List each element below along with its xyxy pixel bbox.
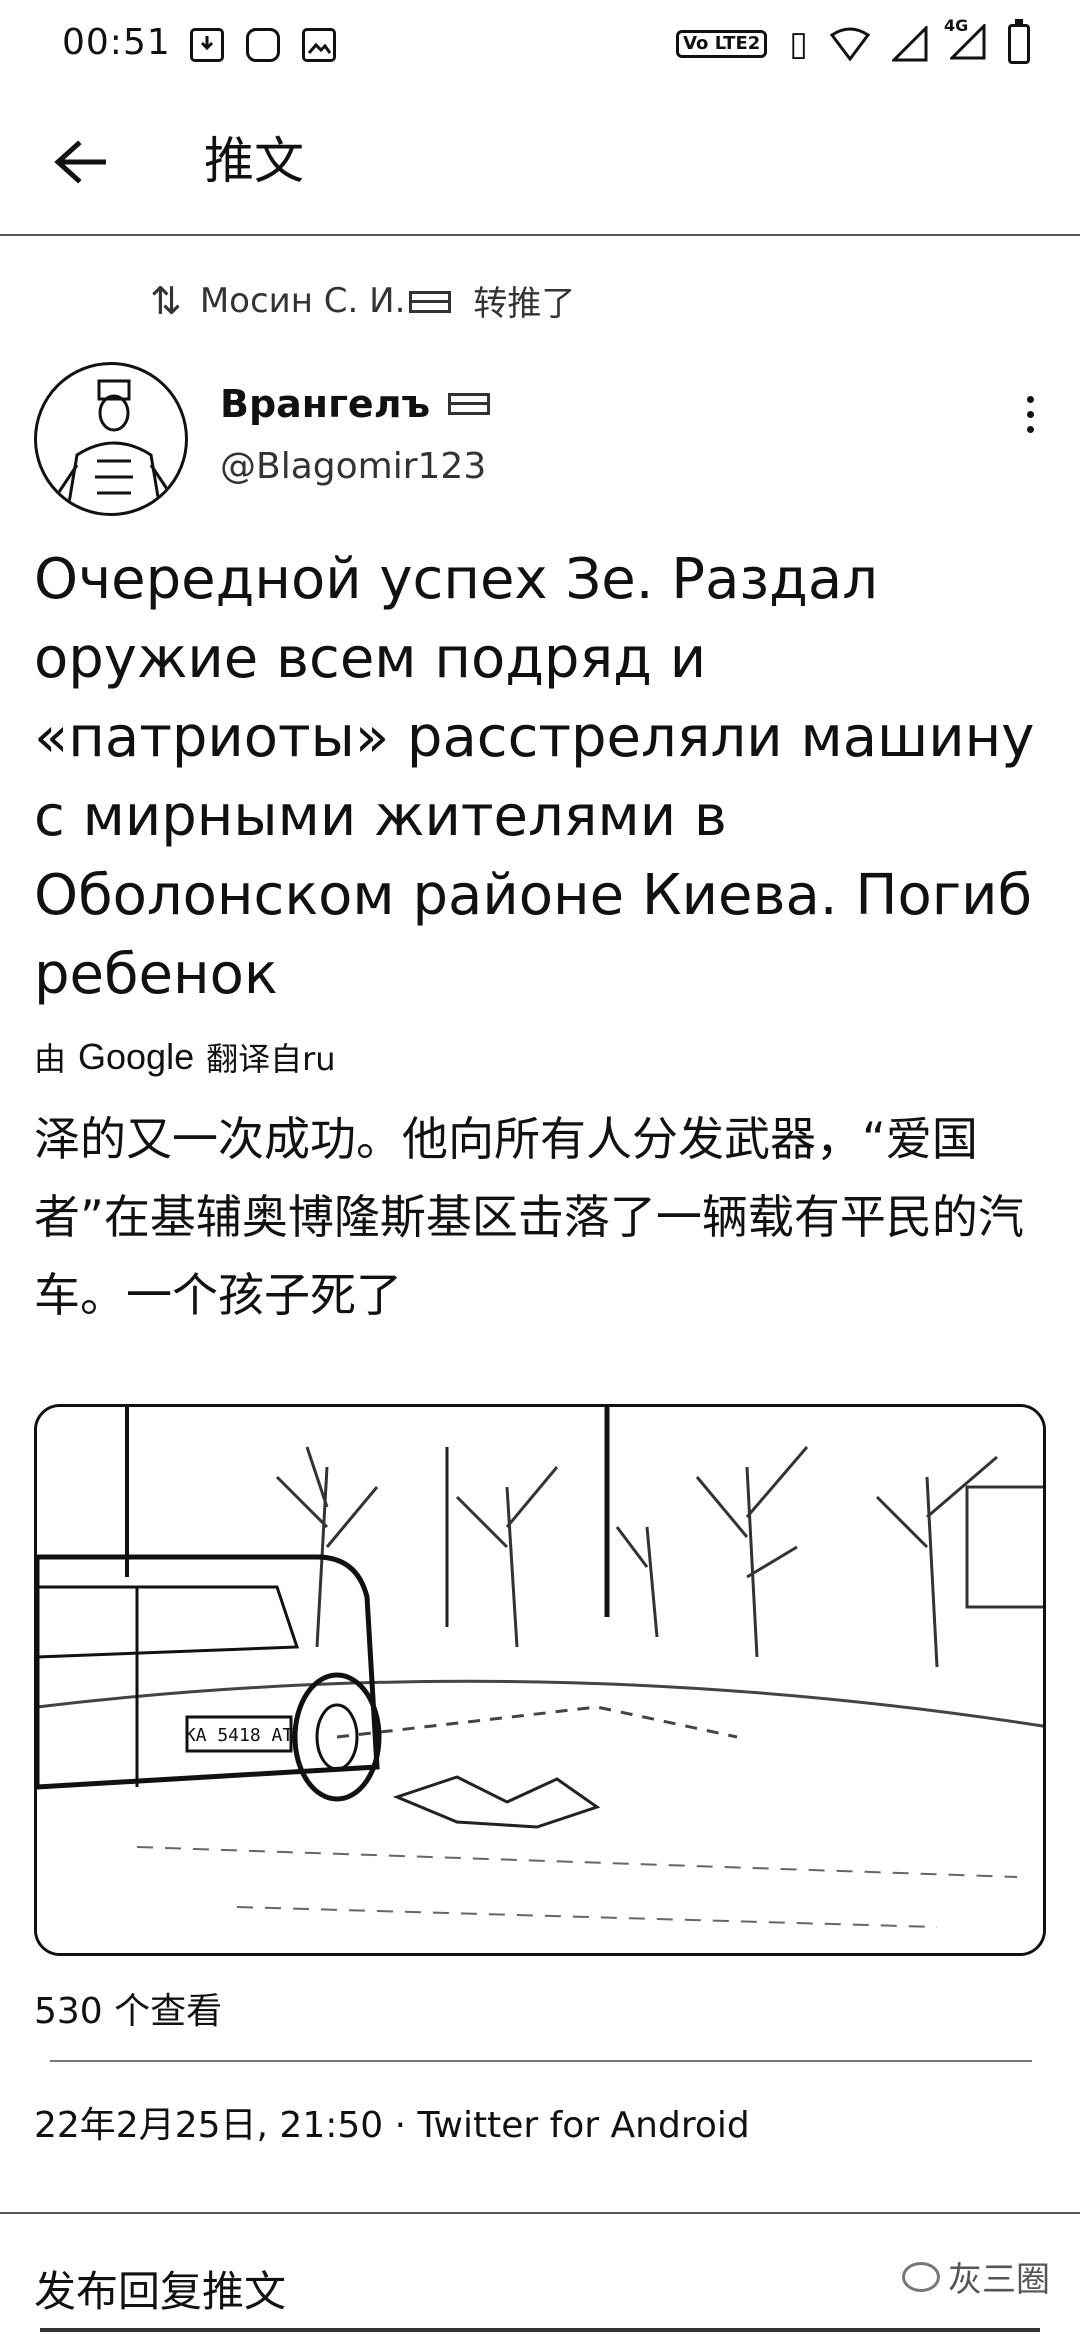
timestamp-line: 22年2月25日, 21:50 · Twitter for Android [34,2105,750,2146]
wifi-icon [830,27,870,61]
display-name[interactable]: Врангелъ [220,382,494,426]
street-photo: KA 5418 AT [37,1407,1043,1953]
arrow-left-icon [54,140,106,184]
retweet-icon: ⇅ [150,278,182,323]
retweeter-name[interactable]: Мосин С. И. [200,281,456,321]
tweet-text: Очередной успех Зе. Раздал оружие всем п… [34,547,1035,1007]
tweet-media-image[interactable]: KA 5418 AT [34,1404,1046,1956]
divider [50,2060,1032,2062]
retweeter-name-text: Мосин С. И. [199,280,406,321]
download-icon [190,28,224,62]
watermark-text: 灰三圈 [948,2260,1050,2300]
image-icon [302,28,336,62]
vibrate-icon: ▯ [789,24,808,64]
page-title: 推文 [204,132,304,190]
retweet-suffix: 转推了 [473,284,576,324]
translated-prefix: 由 [34,1040,67,1078]
back-button[interactable] [44,126,116,198]
reply-bar[interactable]: 发布回复推文 灰三圈 [0,2214,1080,2340]
top-bar: 推文 [0,96,1080,236]
battery-icon [1008,19,1030,64]
status-time: 00:51 [62,22,171,63]
retweet-line[interactable]: ⇅ Мосин С. И. 转推了 [150,276,575,325]
status-right-icons: Vo LTE2 ▯ 4G [676,16,1030,64]
wechat-icon [902,2261,940,2292]
view-count[interactable]: 530 个查看 [34,1982,222,2034]
display-name-text: Врангелъ [220,382,431,426]
flag-icon [409,291,452,313]
reply-input-placeholder[interactable]: 发布回复推文 [34,2258,286,2319]
link-icon [246,28,280,62]
translated-by: 由 Google 翻译自ru [34,1034,336,1080]
status-left-icons [190,28,336,62]
signal-4g-label: 4G [944,16,969,35]
more-vertical-icon [1026,395,1034,433]
more-button[interactable] [1010,384,1050,444]
volte-icon: Vo LTE2 [676,30,768,58]
signal-icon [892,26,928,62]
flag-icon [448,393,491,415]
handle[interactable]: @Blagomir123 [220,446,486,487]
watermark: 灰三圈 [902,2252,1050,2301]
google-logo-text: Google [78,1036,195,1077]
avatar[interactable] [34,362,188,516]
status-bar: 00:51 Vo LTE2 ▯ 4G [0,0,1080,96]
avatar-portrait [55,379,173,513]
signal-4g-icon: 4G [944,16,986,64]
license-plate-text: KA 5418 AT [185,1725,294,1746]
gesture-bar [40,2328,1040,2332]
translated-suffix: 翻译自ru [206,1040,336,1078]
translation-text: 泽的又一次成功。他向所有人分发武器，“爱国者”在基辅奥博隆斯基区击落了一辆载有平… [34,1112,1024,1322]
